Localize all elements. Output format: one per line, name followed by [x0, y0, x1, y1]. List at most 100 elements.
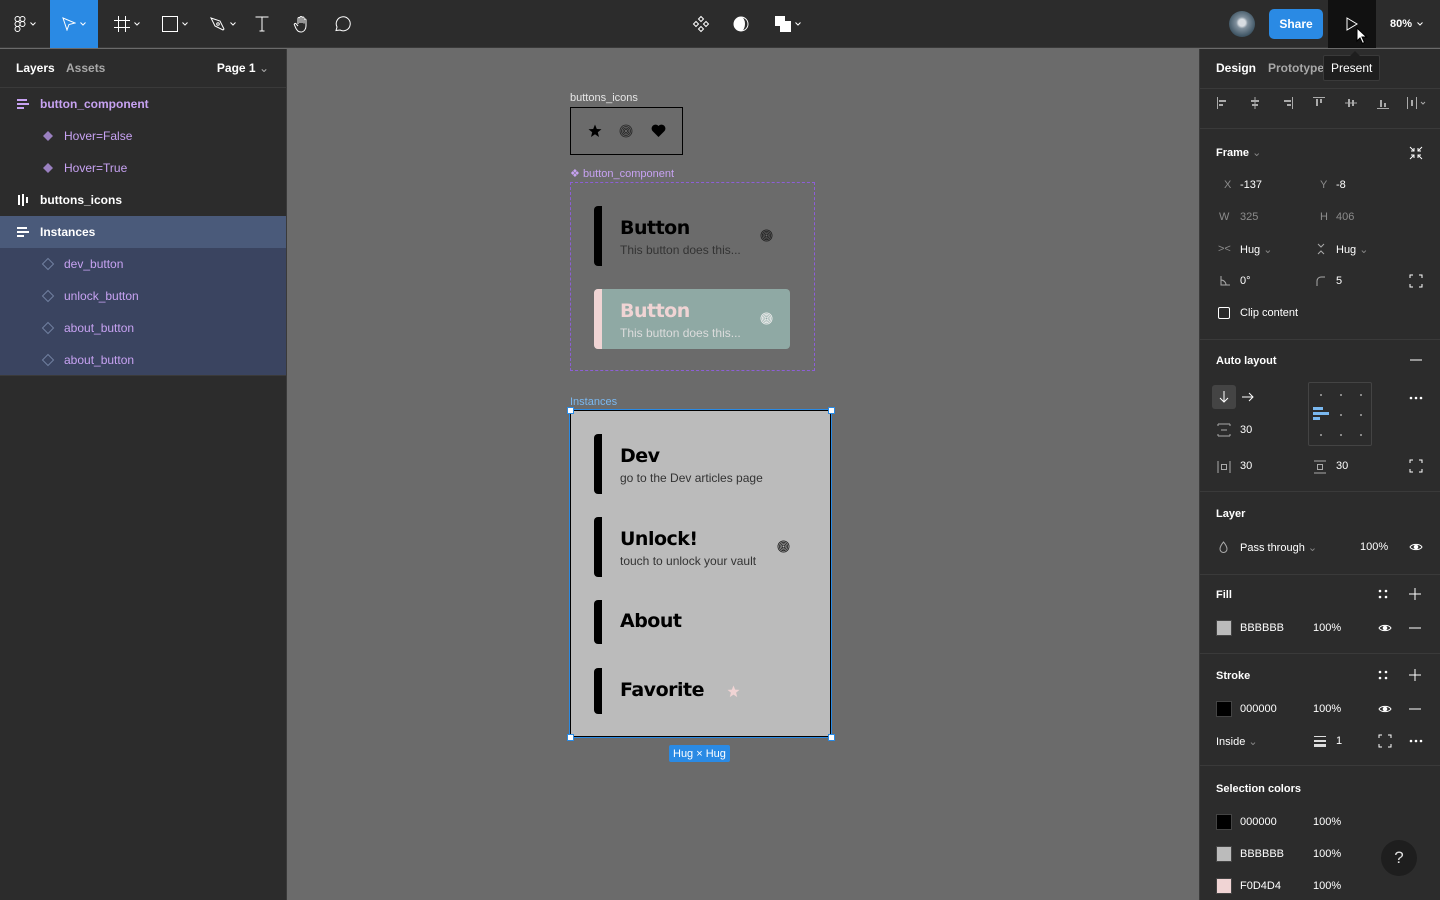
help-button[interactable]: ? — [1381, 840, 1417, 876]
more-options-icon[interactable] — [1409, 739, 1423, 743]
buttons-icons-frame[interactable] — [570, 107, 683, 155]
style-grid-icon[interactable] — [1378, 670, 1388, 680]
stroke-hex-input[interactable]: 000000 — [1240, 703, 1277, 715]
hand-tool-button[interactable] — [288, 0, 316, 48]
shape-tool-button[interactable] — [154, 0, 196, 48]
align-right-icon[interactable] — [1280, 96, 1294, 110]
independent-corners-icon[interactable] — [1409, 274, 1423, 288]
alignment-grid[interactable] — [1308, 382, 1372, 446]
instance-about-button[interactable]: About — [594, 600, 790, 644]
y-input[interactable]: -8 — [1336, 179, 1346, 191]
component-tool-button[interactable] — [688, 0, 714, 48]
vertical-padding-input[interactable]: 30 — [1336, 460, 1348, 472]
align-bottom-icon[interactable] — [1376, 96, 1390, 110]
present-button[interactable] — [1328, 0, 1376, 48]
collapse-frame-icon[interactable] — [1409, 146, 1423, 160]
frame-label-instances[interactable]: Instances — [570, 396, 617, 408]
horizontal-padding-input[interactable]: 30 — [1240, 460, 1252, 472]
selection-color-swatch[interactable] — [1216, 878, 1232, 894]
main-menu-button[interactable] — [4, 0, 46, 48]
contrast-tool-button[interactable] — [728, 0, 754, 48]
x-input[interactable]: -137 — [1240, 179, 1262, 191]
pen-tool-button[interactable] — [202, 0, 244, 48]
arrow-right-icon[interactable] — [1242, 392, 1254, 402]
blend-mode-select[interactable]: Pass through ⌄ — [1240, 541, 1317, 554]
vertical-resizing-select[interactable]: Hug ⌄ — [1336, 243, 1368, 256]
corner-radius-input[interactable]: 5 — [1336, 275, 1342, 287]
layer-button-component[interactable]: button_component — [0, 88, 286, 120]
selection-color-opacity[interactable]: 100% — [1313, 880, 1341, 892]
align-top-icon[interactable] — [1312, 96, 1326, 110]
align-vertical-center-icon[interactable] — [1344, 96, 1358, 110]
selection-color-opacity[interactable]: 100% — [1313, 848, 1341, 860]
eye-icon[interactable] — [1409, 542, 1423, 552]
tab-assets[interactable]: Assets — [66, 61, 105, 75]
fill-hex-input[interactable]: BBBBBB — [1240, 622, 1284, 634]
resize-handle-bottom-left[interactable] — [567, 734, 574, 741]
individual-strokes-icon[interactable] — [1378, 734, 1392, 748]
instance-unlock-button[interactable]: Unlock! touch to unlock your vault — [594, 517, 790, 577]
tab-prototype[interactable]: Prototype — [1268, 61, 1324, 75]
tab-design[interactable]: Design — [1216, 61, 1256, 75]
w-input[interactable]: 325 — [1240, 211, 1258, 223]
align-left-icon[interactable] — [1216, 96, 1230, 110]
component-set-label[interactable]: ❖ button_component — [570, 167, 674, 180]
avatar[interactable] — [1229, 11, 1255, 37]
layer-hover-true[interactable]: Hover=True — [0, 152, 286, 184]
selection-color-swatch[interactable] — [1216, 814, 1232, 830]
text-tool-button[interactable] — [250, 0, 274, 48]
layer-buttons-icons[interactable]: buttons_icons — [0, 184, 286, 216]
layer-about-button[interactable]: about_button — [0, 312, 286, 344]
add-stroke-icon[interactable] — [1409, 669, 1421, 681]
layer-unlock-button[interactable]: unlock_button — [0, 280, 286, 312]
share-button[interactable]: Share — [1269, 9, 1323, 39]
distribute-icon[interactable] — [1406, 96, 1428, 110]
more-options-icon[interactable] — [1409, 396, 1423, 400]
selection-color-hex[interactable]: BBBBBB — [1240, 848, 1284, 860]
tab-layers[interactable]: Layers — [16, 61, 55, 75]
variant-hover-false[interactable]: Button This button does this... — [594, 206, 790, 266]
layer-opacity-input[interactable]: 100% — [1360, 541, 1388, 553]
fill-opacity-input[interactable]: 100% — [1313, 622, 1341, 634]
selection-color-swatch[interactable] — [1216, 846, 1232, 862]
stroke-opacity-input[interactable]: 100% — [1313, 703, 1341, 715]
selection-color-hex[interactable]: 000000 — [1240, 816, 1277, 828]
instances-frame[interactable]: Dev go to the Dev articles page Unlock! … — [569, 409, 832, 738]
layer-hover-false[interactable]: Hover=False — [0, 120, 286, 152]
selection-color-hex[interactable]: F0D4D4 — [1240, 880, 1281, 892]
move-tool-button[interactable] — [50, 0, 98, 48]
frame-section-title[interactable]: Frame ⌄ — [1216, 146, 1261, 159]
comment-tool-button[interactable] — [328, 0, 356, 48]
page-selector[interactable]: Page 1 ⌄ — [217, 61, 269, 75]
direction-vertical-button[interactable] — [1212, 385, 1236, 409]
style-grid-icon[interactable] — [1378, 589, 1388, 599]
layer-about-button-2[interactable]: about_button — [0, 344, 286, 376]
stroke-weight-input[interactable]: 1 — [1336, 735, 1342, 747]
eye-icon[interactable] — [1378, 704, 1392, 714]
frame-tool-button[interactable] — [106, 0, 148, 48]
layer-dev-button[interactable]: dev_button — [0, 248, 286, 280]
remove-fill-icon[interactable] — [1409, 623, 1421, 633]
fill-color-swatch[interactable] — [1216, 620, 1232, 636]
horizontal-resizing-select[interactable]: Hug ⌄ — [1240, 243, 1272, 256]
remove-auto-layout-icon[interactable] — [1409, 355, 1423, 365]
eye-icon[interactable] — [1378, 623, 1392, 633]
layer-instances[interactable]: Instances — [0, 216, 286, 248]
h-input[interactable]: 406 — [1336, 211, 1354, 223]
resize-handle-top-right[interactable] — [828, 407, 835, 414]
instance-favorite-button[interactable]: Favorite — [594, 668, 790, 714]
stroke-position-select[interactable]: Inside ⌄ — [1216, 735, 1258, 748]
variant-hover-true[interactable]: Button This button does this... — [594, 289, 790, 349]
selection-color-opacity[interactable]: 100% — [1313, 816, 1341, 828]
frame-label-buttons-icons[interactable]: buttons_icons — [570, 92, 638, 104]
gap-input[interactable]: 30 — [1240, 424, 1252, 436]
instance-dev-button[interactable]: Dev go to the Dev articles page — [594, 434, 790, 494]
resize-handle-top-left[interactable] — [567, 407, 574, 414]
individual-padding-icon[interactable] — [1409, 459, 1423, 473]
resize-handle-bottom-right[interactable] — [828, 734, 835, 741]
clip-content-checkbox[interactable] — [1218, 307, 1230, 319]
button-component-set[interactable]: Button This button does this... Button T… — [570, 182, 815, 371]
add-fill-icon[interactable] — [1409, 588, 1421, 600]
zoom-menu[interactable]: 80% — [1390, 0, 1423, 48]
boolean-tool-button[interactable] — [770, 0, 806, 48]
